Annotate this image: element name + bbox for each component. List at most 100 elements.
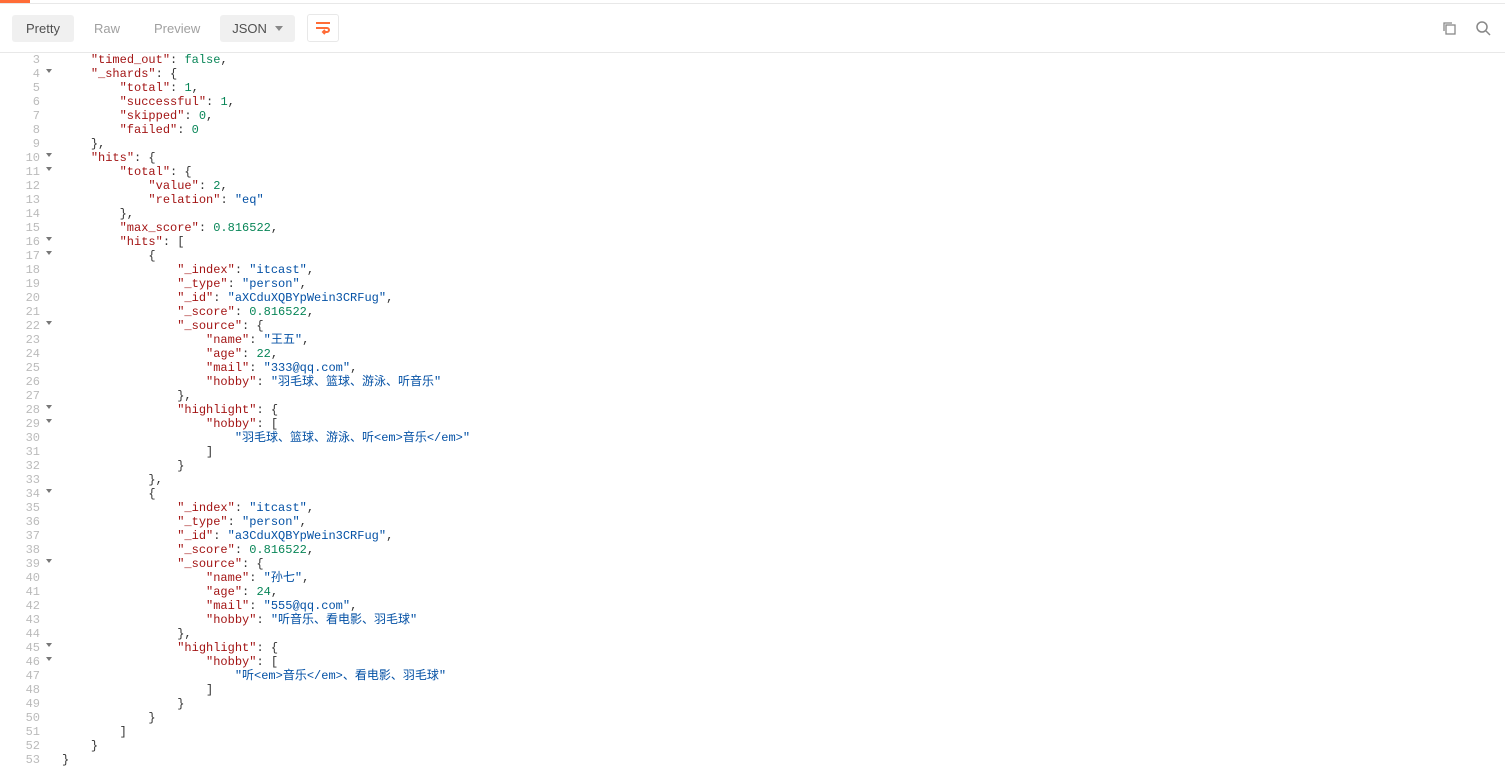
line-number: 33 <box>0 473 48 487</box>
line-number: 24 <box>0 347 48 361</box>
line-number: 30 <box>0 431 48 445</box>
code-line: "mail": "333@qq.com", <box>62 361 470 375</box>
chevron-down-icon <box>275 26 283 31</box>
line-number: 48 <box>0 683 48 697</box>
line-number: 46 <box>0 655 48 669</box>
wrap-icon <box>315 21 331 35</box>
line-number: 27 <box>0 389 48 403</box>
line-number: 50 <box>0 711 48 725</box>
code-line: "hits": [ <box>62 235 470 249</box>
code-line: } <box>62 711 470 725</box>
code-line: "relation": "eq" <box>62 193 470 207</box>
line-number: 40 <box>0 571 48 585</box>
code-line: "highlight": { <box>62 641 470 655</box>
line-number: 36 <box>0 515 48 529</box>
code-line: "successful": 1, <box>62 95 470 109</box>
code-line: "mail": "555@qq.com", <box>62 599 470 613</box>
code-line: "age": 22, <box>62 347 470 361</box>
code-line: "_source": { <box>62 319 470 333</box>
code-line: ] <box>62 683 470 697</box>
code-line: "_shards": { <box>62 67 470 81</box>
search-icon <box>1475 20 1491 36</box>
code-line: "hobby": "听音乐、看电影、羽毛球" <box>62 613 470 627</box>
raw-tab[interactable]: Raw <box>80 15 134 42</box>
code-line: } <box>62 697 470 711</box>
code-line: }, <box>62 389 470 403</box>
code-line: "_score": 0.816522, <box>62 543 470 557</box>
code-line: "hits": { <box>62 151 470 165</box>
line-number-gutter: 3456789101112131415161718192021222324252… <box>0 53 48 767</box>
line-number: 35 <box>0 501 48 515</box>
code-line: { <box>62 249 470 263</box>
line-number: 11 <box>0 165 48 179</box>
code-line: "skipped": 0, <box>62 109 470 123</box>
code-line: "_type": "person", <box>62 515 470 529</box>
code-content[interactable]: "timed_out": false, "_shards": { "total"… <box>48 53 470 767</box>
line-number: 49 <box>0 697 48 711</box>
line-number: 18 <box>0 263 48 277</box>
code-line: "_score": 0.816522, <box>62 305 470 319</box>
line-number: 51 <box>0 725 48 739</box>
code-line: "hobby": "羽毛球、篮球、游泳、听音乐" <box>62 375 470 389</box>
line-number: 23 <box>0 333 48 347</box>
line-number: 52 <box>0 739 48 753</box>
code-line: "total": 1, <box>62 81 470 95</box>
format-dropdown-label: JSON <box>232 21 267 36</box>
search-button[interactable] <box>1473 18 1493 38</box>
line-number: 3 <box>0 53 48 67</box>
copy-button[interactable] <box>1439 18 1459 38</box>
line-number: 4 <box>0 67 48 81</box>
line-number: 42 <box>0 599 48 613</box>
line-number: 10 <box>0 151 48 165</box>
code-line: }, <box>62 473 470 487</box>
line-number: 22 <box>0 319 48 333</box>
code-line: "name": "王五", <box>62 333 470 347</box>
code-line: }, <box>62 627 470 641</box>
line-number: 21 <box>0 305 48 319</box>
line-number: 47 <box>0 669 48 683</box>
line-number: 19 <box>0 277 48 291</box>
code-line: "听<em>音乐</em>、看电影、羽毛球" <box>62 669 470 683</box>
code-line: "hobby": [ <box>62 417 470 431</box>
code-line: "_index": "itcast", <box>62 501 470 515</box>
code-line: "timed_out": false, <box>62 53 470 67</box>
line-number: 31 <box>0 445 48 459</box>
line-number: 34 <box>0 487 48 501</box>
line-number: 5 <box>0 81 48 95</box>
code-line: "_id": "a3CduXQBYpWein3CRFug", <box>62 529 470 543</box>
code-line: { <box>62 487 470 501</box>
code-line: }, <box>62 137 470 151</box>
line-number: 43 <box>0 613 48 627</box>
code-line: } <box>62 459 470 473</box>
code-line: "highlight": { <box>62 403 470 417</box>
response-toolbar: Pretty Raw Preview JSON <box>0 4 1505 53</box>
line-number: 39 <box>0 557 48 571</box>
code-line: ] <box>62 725 470 739</box>
line-number: 8 <box>0 123 48 137</box>
format-dropdown[interactable]: JSON <box>220 15 295 42</box>
line-number: 32 <box>0 459 48 473</box>
line-number: 44 <box>0 627 48 641</box>
line-number: 26 <box>0 375 48 389</box>
wrap-lines-button[interactable] <box>307 14 339 42</box>
line-number: 37 <box>0 529 48 543</box>
line-number: 41 <box>0 585 48 599</box>
line-number: 28 <box>0 403 48 417</box>
code-line: "value": 2, <box>62 179 470 193</box>
code-line: "failed": 0 <box>62 123 470 137</box>
code-line: "max_score": 0.816522, <box>62 221 470 235</box>
code-line: "name": "孙七", <box>62 571 470 585</box>
line-number: 6 <box>0 95 48 109</box>
pretty-tab[interactable]: Pretty <box>12 15 74 42</box>
line-number: 25 <box>0 361 48 375</box>
line-number: 38 <box>0 543 48 557</box>
line-number: 9 <box>0 137 48 151</box>
line-number: 13 <box>0 193 48 207</box>
code-line: "_source": { <box>62 557 470 571</box>
line-number: 45 <box>0 641 48 655</box>
code-line: "_id": "aXCduXQBYpWein3CRFug", <box>62 291 470 305</box>
line-number: 12 <box>0 179 48 193</box>
preview-tab[interactable]: Preview <box>140 15 214 42</box>
line-number: 20 <box>0 291 48 305</box>
code-line: "_index": "itcast", <box>62 263 470 277</box>
